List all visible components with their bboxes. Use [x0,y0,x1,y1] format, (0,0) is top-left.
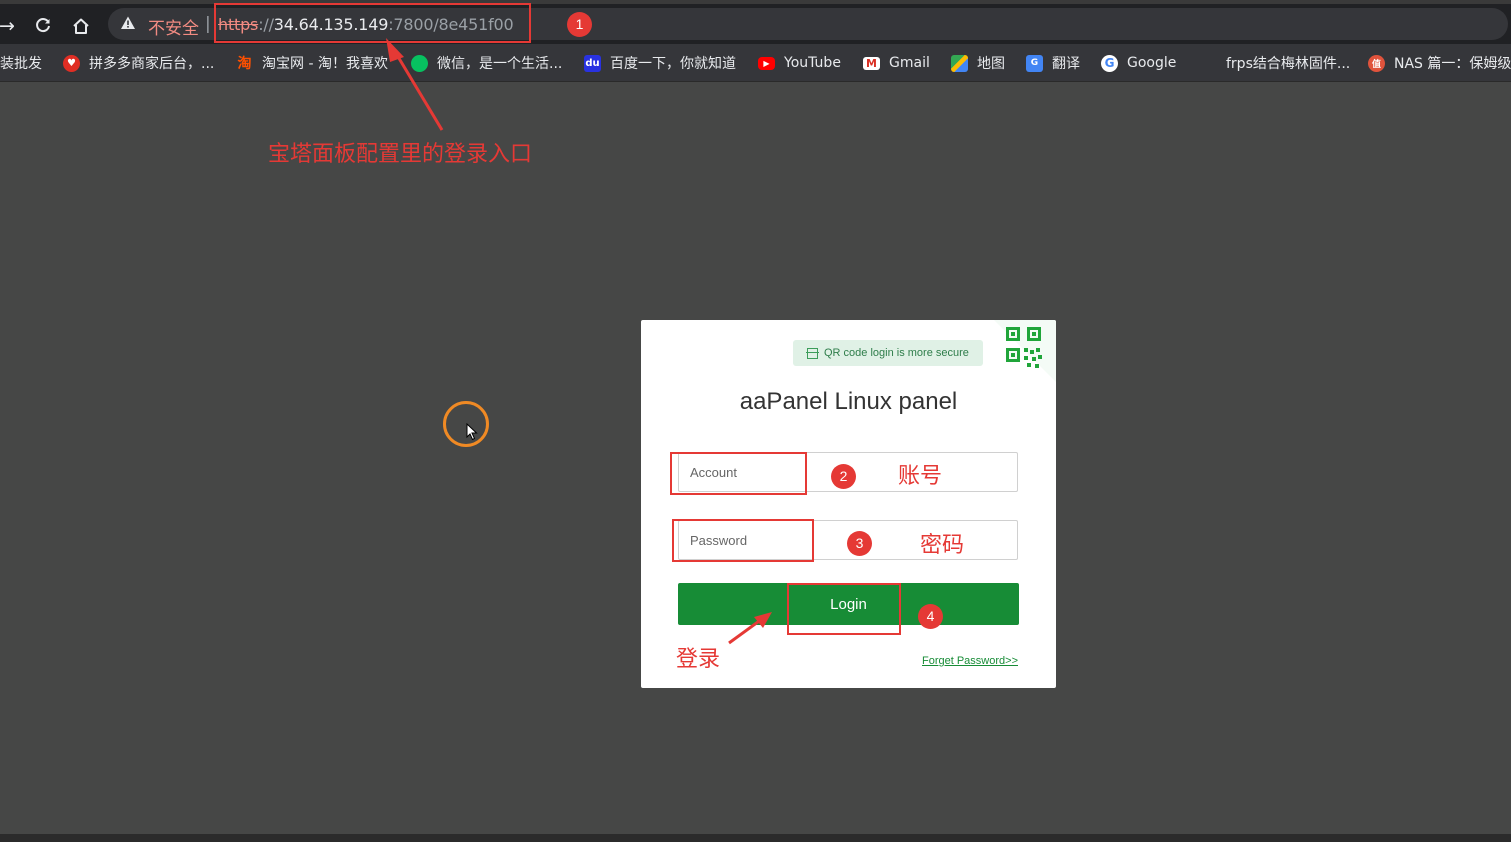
bookmark-label: YouTube [784,55,841,71]
bookmark-item[interactable]: 淘 淘宝网 - 淘！我喜欢 [236,53,388,73]
bookmark-item[interactable]: 值 NAS 篇一：保姆级 [1368,53,1511,73]
warning-icon[interactable] [120,15,136,31]
bookmark-label: Google [1127,55,1177,71]
baidu-icon: du [584,54,601,72]
browser-toolbar: → 不安全 | https://34.64.135.149:7800/8e451… [0,0,1511,44]
url-scheme: https [218,15,259,34]
bookmark-item[interactable]: ♥ 拼多多商家后台，... [63,53,214,73]
bookmark-item[interactable]: 地图 [951,53,1005,73]
bookmark-label: 装批发 [0,56,42,72]
annotation-password-note: 密码 [920,533,965,558]
bookmark-label: 淘宝网 - 淘！我喜欢 [262,56,388,72]
bookmark-item[interactable]: M Gmail [863,53,930,73]
youtube-icon: ▶ [758,56,775,70]
login-card: QR code login is more secure aaPanel Lin… [641,320,1056,688]
mouse-cursor-icon [466,423,478,441]
bookmark-item[interactable]: 微信，是一个生活... [411,53,562,73]
bookmark-item[interactable]: frps结合梅林固件... [1226,53,1350,73]
bottom-edge [0,834,1511,842]
annotation-marker-4: 4 [918,604,943,629]
panel-title: aaPanel Linux panel [739,388,958,415]
annotation-account-note: 账号 [898,464,943,489]
annotation-marker-3: 3 [847,531,872,556]
login-button[interactable]: Login [678,583,1019,625]
maps-icon [951,54,968,72]
bookmark-item[interactable]: G Google [1101,53,1176,73]
annotation-marker-2: 2 [831,464,856,489]
url-path: :7800/8e451f00 [388,15,514,34]
google-icon: G [1101,54,1118,72]
nas-icon: 值 [1368,54,1385,72]
home-icon[interactable] [68,13,94,39]
annotation-marker-1: 1 [567,12,592,37]
bookmark-label: 微信，是一个生活... [437,56,563,72]
translate-icon: G [1026,54,1043,72]
pinduoduo-icon: ♥ [63,54,80,72]
bookmark-label: NAS 篇一：保姆级 [1394,56,1511,72]
bookmark-item[interactable]: du 百度一下，你就知道 [584,53,736,73]
bookmark-label: Gmail [889,55,930,71]
url-scheme-separator: :// [258,15,274,34]
omnibox-separator: | [205,14,211,34]
annotation-login-note: 登录 [676,647,721,672]
scan-icon [806,347,819,359]
bookmark-label: frps结合梅林固件... [1226,56,1351,72]
forgot-password-link[interactable]: Forget Password>> [922,655,1018,667]
reload-icon[interactable] [30,13,56,39]
url-text[interactable]: https://34.64.135.149:7800/8e451f00 [218,15,514,34]
annotation-entry-note: 宝塔面板配置里的登录入口 [268,142,533,167]
qr-tip-text: QR code login is more secure [824,347,969,359]
gmail-icon: M [863,56,880,70]
bookmark-label: 拼多多商家后台，... [89,56,215,72]
security-status[interactable]: 不安全 [148,14,199,39]
forward-icon[interactable]: → [0,13,20,39]
qr-login-tip[interactable]: QR code login is more secure [793,340,983,366]
bookmark-item[interactable]: G 翻译 [1026,53,1080,73]
url-host: 34.64.135.149 [273,15,389,34]
wechat-icon [411,54,428,72]
address-bar[interactable]: 不安全 | https://34.64.135.149:7800/8e451f0… [108,8,1508,40]
taobao-icon: 淘 [237,56,252,72]
bookmark-label: 翻译 [1052,56,1080,72]
bookmark-item[interactable]: ▶ YouTube [758,53,841,73]
bookmarks-bar: 装批发 ♥ 拼多多商家后台，... 淘 淘宝网 - 淘！我喜欢 微信，是一个生活… [0,44,1511,82]
qr-code-icon[interactable] [994,320,1056,382]
bookmark-label: 百度一下，你就知道 [610,56,736,72]
bookmark-label: 地图 [977,56,1005,72]
bookmark-item[interactable]: 装批发 [0,53,42,73]
